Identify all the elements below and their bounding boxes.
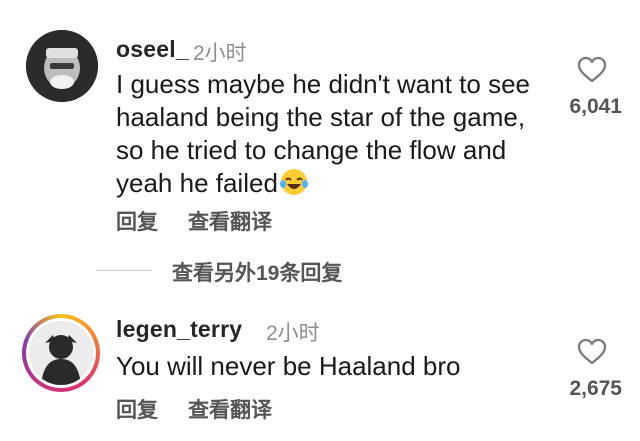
avatar-silhouette <box>29 321 93 385</box>
translate-button[interactable]: 查看翻译 <box>188 211 272 234</box>
reply-button[interactable]: 回复 <box>116 211 158 234</box>
avatar-image <box>29 321 93 385</box>
comment-text-content: I guess maybe he didn't want to see haal… <box>116 69 530 198</box>
comment-username[interactable]: oseel_ <box>116 36 189 63</box>
comment-timestamp: 2小时 <box>193 42 247 65</box>
comment-timestamp: 2小时 <box>266 322 320 345</box>
avatar[interactable] <box>26 30 98 102</box>
divider <box>96 270 152 271</box>
comment-actions: 回复 查看翻译 <box>116 206 302 236</box>
avatar-image <box>26 30 98 102</box>
heart-outline-icon[interactable] <box>577 338 607 366</box>
translate-button[interactable]: 查看翻译 <box>188 399 272 422</box>
comment-text: You will never be Haaland bro <box>116 351 461 381</box>
like-count: 6,041 <box>569 95 622 118</box>
like-count: 2,675 <box>569 377 622 400</box>
heart-outline-icon[interactable] <box>577 56 607 84</box>
comment-username[interactable]: legen_terry <box>116 316 242 343</box>
view-more-replies-label[interactable]: 查看另外19条回复 <box>172 257 342 287</box>
avatar[interactable] <box>22 314 100 392</box>
avatar-ring-inner <box>26 318 96 388</box>
comment-text: I guess maybe he didn't want to see haal… <box>116 68 556 200</box>
laughing-tears-emoji-icon <box>279 169 308 195</box>
comment-actions: 回复 查看翻译 <box>116 394 302 424</box>
reply-button[interactable]: 回复 <box>116 399 158 422</box>
